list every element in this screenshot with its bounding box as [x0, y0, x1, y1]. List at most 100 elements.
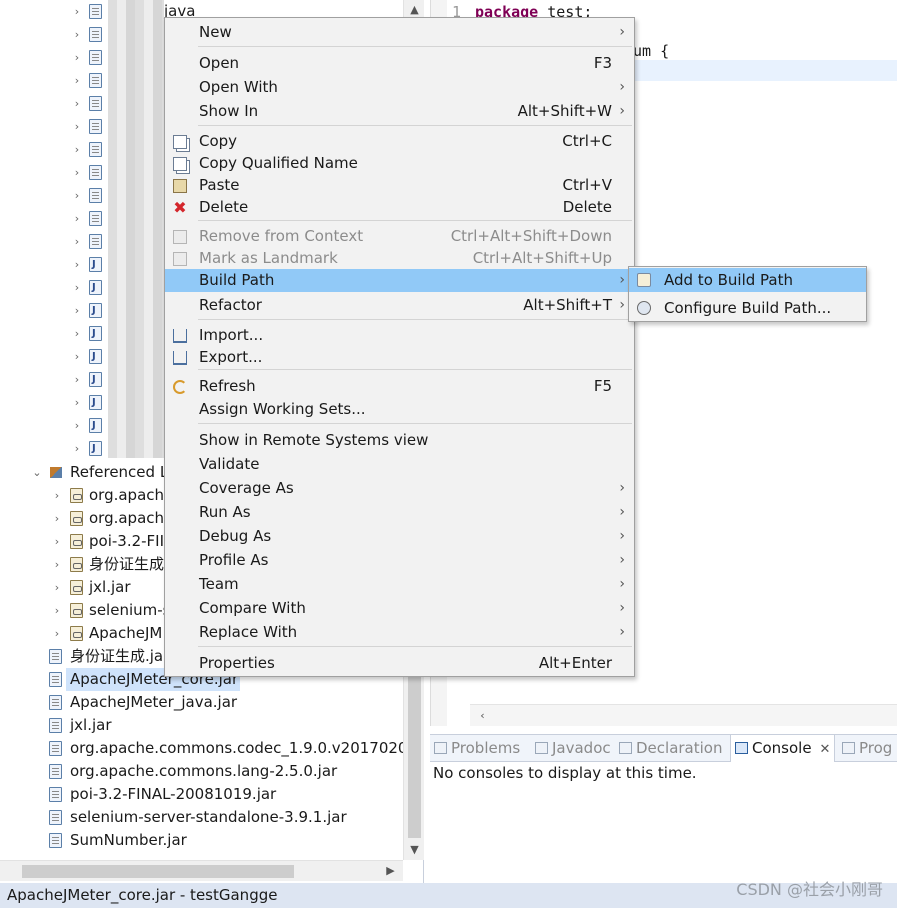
java-file-icon — [89, 437, 102, 460]
chevron-right-icon[interactable]: › — [70, 23, 84, 46]
menu-item-import[interactable]: Import... — [165, 324, 634, 347]
chevron-right-icon[interactable]: › — [50, 484, 64, 507]
chevron-right-icon: › — [619, 103, 625, 119]
menu-item-show-in-remote-systems-view[interactable]: Show in Remote Systems view — [165, 429, 634, 452]
tree-row[interactable]: poi-3.2-FINAL-20081019.jar — [0, 783, 400, 806]
chevron-right-icon[interactable]: › — [70, 253, 84, 276]
menu-item-open[interactable]: Open F3 — [165, 52, 634, 75]
menu-item-run-as[interactable]: Run As › — [165, 501, 634, 524]
menu-item-assign-working-sets[interactable]: Assign Working Sets... — [165, 398, 634, 421]
menu-item-debug-as[interactable]: Debug As › — [165, 525, 634, 548]
chevron-right-icon[interactable]: › — [70, 184, 84, 207]
tab-problems[interactable]: Problems — [434, 735, 520, 762]
chevron-right-icon[interactable]: › — [70, 322, 84, 345]
chevron-right-icon[interactable]: › — [70, 161, 84, 184]
submenu-item-configure-build-path[interactable]: Configure Build Path... — [629, 296, 866, 320]
menu-item-copy[interactable]: Copy Ctrl+C — [165, 130, 634, 153]
menu-item-label: Open — [199, 54, 240, 72]
chevron-right-icon[interactable]: › — [70, 207, 84, 230]
chevron-right-icon[interactable]: › — [70, 414, 84, 437]
chevron-right-icon[interactable]: › — [70, 299, 84, 322]
tree-row[interactable]: ApacheJMeter_java.jar — [0, 691, 400, 714]
menu-item-show-in[interactable]: Show In Alt+Shift+W › — [165, 100, 634, 123]
menu-item-properties[interactable]: Properties Alt+Enter — [165, 652, 634, 675]
tab-label: Prog — [859, 739, 893, 757]
tree-row[interactable]: selenium-server-standalone-3.9.1.jar — [0, 806, 400, 829]
copy-icon — [173, 135, 187, 149]
chevron-right-icon[interactable]: › — [50, 599, 64, 622]
tree-row[interactable]: SumNumber.jar — [0, 829, 400, 852]
tree-row[interactable]: org.apache.commons.lang-2.5.0.jar — [0, 760, 400, 783]
scroll-left-icon[interactable]: ‹ — [472, 706, 493, 726]
tree-row[interactable]: jxl.jar — [0, 714, 400, 737]
chevron-right-icon[interactable]: › — [70, 437, 84, 460]
chevron-right-icon[interactable]: › — [70, 92, 84, 115]
menu-item-compare-with[interactable]: Compare With › — [165, 597, 634, 620]
remove-context-icon — [173, 230, 187, 244]
chevron-right-icon[interactable]: › — [50, 576, 64, 599]
menu-item-coverage-as[interactable]: Coverage As › — [165, 477, 634, 500]
scroll-right-icon[interactable]: ▶ — [380, 861, 401, 881]
chevron-right-icon[interactable]: › — [70, 0, 84, 23]
chevron-right-icon[interactable]: › — [70, 276, 84, 299]
tree-item-label: Referenced L — [70, 463, 169, 481]
menu-item-profile-as[interactable]: Profile As › — [165, 549, 634, 572]
tree-item-label: jxl.jar — [70, 716, 112, 734]
menu-item-remove-from-context: Remove from Context Ctrl+Alt+Shift+Down — [165, 225, 634, 248]
chevron-right-icon[interactable]: › — [50, 507, 64, 530]
chevron-right-icon[interactable]: › — [50, 622, 64, 645]
menu-item-validate[interactable]: Validate — [165, 453, 634, 476]
menu-item-build-path[interactable]: Build Path › — [165, 269, 634, 292]
code-line-2[interactable]: um { — [633, 42, 669, 60]
menu-item-shortcut: F3 — [593, 54, 612, 72]
chevron-down-icon[interactable]: ⌄ — [30, 461, 44, 484]
tree-item-label: org.apache.commons.lang-2.5.0.jar — [70, 762, 338, 780]
chevron-right-icon[interactable]: › — [70, 368, 84, 391]
menu-item-open-with[interactable]: Open With › — [165, 76, 634, 99]
chevron-right-icon[interactable]: › — [70, 69, 84, 92]
tab-javadoc[interactable]: Javadoc — [535, 735, 611, 762]
scroll-thumb[interactable] — [22, 865, 294, 878]
menu-item-shortcut: Ctrl+Alt+Shift+Up — [472, 249, 612, 267]
menu-item-label: Export... — [199, 348, 263, 366]
tree-row[interactable]: org.apache.commons.codec_1.9.0.v20170208 — [0, 737, 417, 760]
progress-icon — [842, 742, 855, 754]
menu-item-export[interactable]: Export... — [165, 346, 634, 369]
submenu-item-add-to-build-path[interactable]: Add to Build Path — [629, 268, 866, 292]
menu-item-new[interactable]: New › — [165, 21, 634, 44]
menu-item-shortcut: Alt+Shift+W — [517, 102, 612, 120]
tab-console[interactable]: Console ✕ — [730, 735, 836, 762]
menu-item-refactor[interactable]: Refactor Alt+Shift+T › — [165, 294, 634, 317]
menu-item-delete[interactable]: ✖ Delete Delete — [165, 196, 634, 219]
chevron-right-icon[interactable]: › — [50, 530, 64, 553]
import-icon — [173, 329, 187, 343]
menu-item-team[interactable]: Team › — [165, 573, 634, 596]
scroll-down-icon[interactable]: ▼ — [404, 840, 425, 860]
tab-declaration[interactable]: Declaration — [619, 735, 722, 762]
menu-item-label: Compare With — [199, 599, 306, 617]
menu-item-refresh[interactable]: Refresh F5 — [165, 375, 634, 398]
menu-item-replace-with[interactable]: Replace With › — [165, 621, 634, 644]
close-icon[interactable]: ✕ — [820, 742, 831, 757]
package-icon — [89, 96, 102, 111]
tab-prog[interactable]: Prog — [842, 735, 892, 762]
java-file-icon — [89, 391, 102, 414]
chevron-right-icon: › — [619, 79, 625, 95]
package-icon — [89, 165, 102, 180]
chevron-right-icon[interactable]: › — [70, 391, 84, 414]
status-text: ApacheJMeter_core.jar - testGangge — [7, 886, 278, 904]
menu-item-paste[interactable]: Paste Ctrl+V — [165, 174, 634, 197]
explorer-horizontal-scrollbar[interactable]: ▶ — [0, 860, 403, 881]
editor-horizontal-scrollbar[interactable]: ‹ — [470, 704, 897, 726]
configure-icon — [637, 301, 651, 315]
java-file-icon — [89, 299, 102, 322]
menu-separator — [198, 369, 632, 370]
chevron-right-icon[interactable]: › — [70, 115, 84, 138]
chevron-right-icon[interactable]: › — [50, 553, 64, 576]
chevron-right-icon[interactable]: › — [70, 46, 84, 69]
chevron-right-icon[interactable]: › — [70, 138, 84, 161]
menu-item-copy-qualified-name[interactable]: Copy Qualified Name — [165, 152, 634, 175]
chevron-right-icon[interactable]: › — [70, 230, 84, 253]
jar-icon — [70, 534, 83, 549]
chevron-right-icon[interactable]: › — [70, 345, 84, 368]
